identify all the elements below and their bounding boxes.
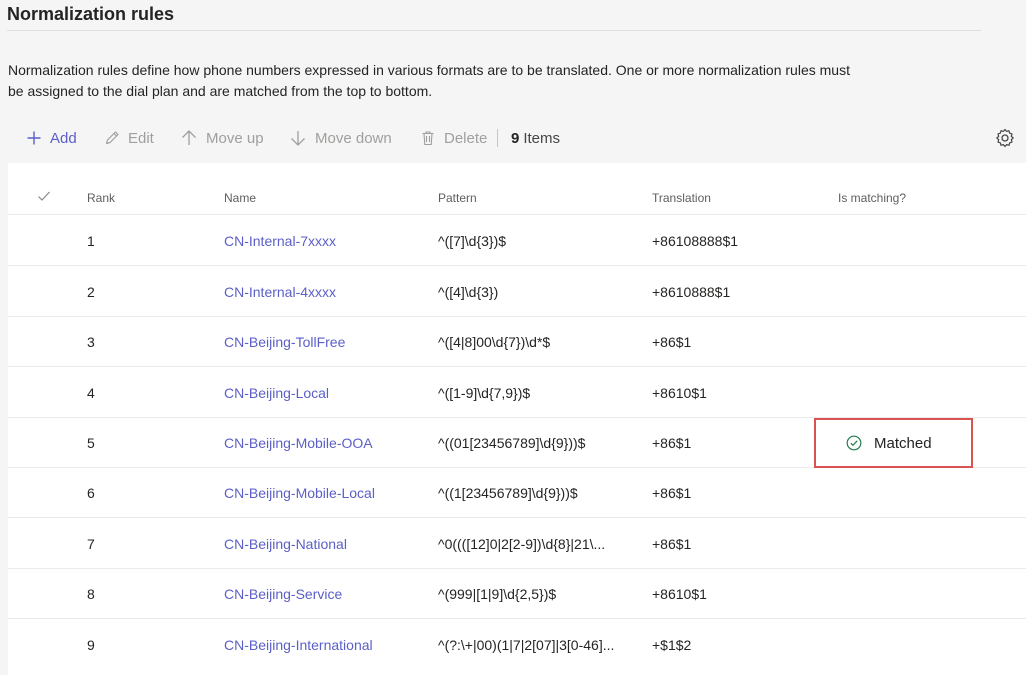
rank-cell: 9 — [87, 637, 95, 653]
toolbar-separator — [497, 129, 498, 147]
move-up-label: Move up — [206, 129, 264, 147]
pattern-cell: ^([4]\d{3}) — [438, 284, 499, 300]
table-row[interactable]: 9 CN-Beijing-International ^(?:\+|00)(1|… — [8, 620, 1026, 670]
arrow-up-icon — [182, 130, 196, 145]
plus-icon — [27, 131, 41, 145]
header-rank[interactable]: Rank — [87, 191, 115, 205]
pattern-cell: ^(999|[1|9]\d{2,5})$ — [438, 586, 557, 602]
normalization-rules-page: Normalization rules Normalization rules … — [0, 0, 1026, 675]
translation-cell: +86$1 — [652, 536, 692, 552]
add-button[interactable]: Add — [26, 113, 77, 163]
pattern-cell: ^0((([12]0|2[2-9])\d{8}|21\... — [438, 536, 606, 552]
name-link[interactable]: CN-Beijing-Mobile-Local — [224, 468, 375, 518]
rank-cell: 1 — [87, 233, 95, 249]
translation-cell: +86$1 — [652, 435, 692, 451]
name-link[interactable]: CN-Beijing-TollFree — [224, 317, 345, 367]
move-down-button[interactable]: Move down — [289, 113, 392, 163]
translation-cell: +8610$1 — [652, 385, 707, 401]
move-up-button[interactable]: Move up — [180, 113, 264, 163]
select-all-check-icon[interactable] — [37, 189, 51, 203]
check-circle-icon — [846, 435, 862, 451]
header-name[interactable]: Name — [224, 191, 256, 205]
item-count-number: 9 — [511, 129, 520, 147]
pattern-cell: ^([1-9]\d{7,9})$ — [438, 385, 531, 401]
header-translation[interactable]: Translation — [652, 191, 711, 205]
rank-cell: 6 — [87, 485, 95, 501]
trash-icon — [422, 131, 434, 146]
item-count-label: Items — [523, 129, 561, 147]
name-link[interactable]: CN-Beijing-Mobile-OOA — [224, 418, 373, 468]
page-title: Normalization rules — [7, 4, 175, 24]
name-link[interactable]: CN-Beijing-National — [224, 519, 347, 569]
matched-status: Matched — [846, 432, 932, 454]
delete-label: Delete — [444, 129, 488, 147]
rank-cell: 3 — [87, 334, 95, 350]
table-row[interactable]: 3 CN-Beijing-TollFree ^([4|8]00\d{7})\d*… — [8, 317, 1026, 367]
arrow-down-icon — [291, 131, 305, 146]
pattern-cell: ^((1[23456789]\d{9}))$ — [438, 485, 578, 501]
pattern-cell: ^(?:\+|00)(1|7|2[07]|3[0-46]... — [438, 637, 615, 653]
table-row[interactable]: 4 CN-Beijing-Local ^([1-9]\d{7,9})$ +861… — [8, 368, 1026, 418]
name-link[interactable]: CN-Beijing-Service — [224, 569, 342, 619]
pattern-cell: ^((01[23456789]\d{9}))$ — [438, 435, 586, 451]
header-is-matching[interactable]: Is matching? — [838, 191, 906, 205]
translation-cell: +86108888$1 — [652, 233, 739, 249]
move-down-label: Move down — [315, 129, 392, 147]
rank-cell: 2 — [87, 284, 95, 300]
table-row[interactable]: 7 CN-Beijing-National ^0((([12]0|2[2-9])… — [8, 519, 1026, 569]
delete-button[interactable]: Delete — [420, 113, 487, 163]
edit-button[interactable]: Edit — [104, 113, 154, 163]
translation-cell: +86$1 — [652, 485, 692, 501]
header-pattern[interactable]: Pattern — [438, 191, 477, 205]
translation-cell: +8610$1 — [652, 586, 707, 602]
rank-cell: 4 — [87, 385, 95, 401]
pencil-icon — [105, 131, 119, 145]
name-link[interactable]: CN-Internal-7xxxx — [224, 216, 336, 266]
translation-cell: +8610888$1 — [652, 284, 731, 300]
item-count: 9 Items — [511, 113, 560, 163]
name-link[interactable]: CN-Internal-4xxxx — [224, 267, 336, 317]
edit-label: Edit — [128, 129, 154, 147]
name-link[interactable]: CN-Beijing-International — [224, 620, 373, 670]
translation-cell: +$1$2 — [652, 637, 692, 653]
add-label: Add — [50, 129, 77, 147]
rank-cell: 7 — [87, 536, 95, 552]
rank-cell: 8 — [87, 586, 95, 602]
translation-cell: +86$1 — [652, 334, 692, 350]
rank-cell: 5 — [87, 435, 95, 451]
table-header: Rank Name Pattern Translation Is matchin… — [8, 180, 1026, 215]
title-divider — [7, 30, 981, 31]
pattern-cell: ^([4|8]00\d{7})\d*$ — [438, 334, 551, 350]
table-row[interactable]: 6 CN-Beijing-Mobile-Local ^((1[23456789]… — [8, 468, 1026, 518]
table-row[interactable]: 1 CN-Internal-7xxxx ^([7]\d{3})$ +861088… — [8, 216, 1026, 266]
matched-label: Matched — [874, 434, 932, 452]
table-row[interactable]: 8 CN-Beijing-Service ^(999|[1|9]\d{2,5})… — [8, 569, 1026, 619]
table-row[interactable]: 2 CN-Internal-4xxxx ^([4]\d{3}) +8610888… — [8, 267, 1026, 317]
gear-icon[interactable] — [994, 127, 1016, 149]
name-link[interactable]: CN-Beijing-Local — [224, 368, 329, 418]
pattern-cell: ^([7]\d{3})$ — [438, 233, 507, 249]
page-description: Normalization rules define how phone num… — [8, 62, 850, 99]
